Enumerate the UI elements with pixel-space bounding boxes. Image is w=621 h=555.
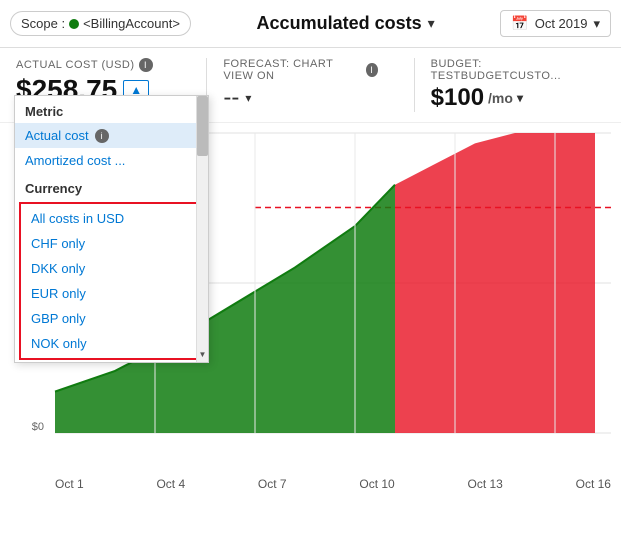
forecast-info-icon[interactable]: i — [366, 63, 378, 77]
x-label-oct16: Oct 16 — [576, 477, 611, 491]
budget-value: $100 /mo ▾ — [431, 84, 585, 112]
all-usd-label: All costs in USD — [31, 211, 124, 226]
forecast-value: -- ▾ — [223, 84, 377, 112]
x-label-oct1: Oct 1 — [55, 477, 84, 491]
currency-border: All costs in USD CHF only DKK only EUR o… — [19, 202, 204, 360]
date-button[interactable]: 📅 Oct 2019 ▾ — [500, 10, 611, 37]
budget-unit: /mo — [488, 90, 513, 106]
title-area: Accumulated costs ▾ — [191, 13, 500, 34]
dropdown-scrollbar[interactable]: ▲ ▼ — [196, 96, 208, 362]
top-bar: Scope : <BillingAccount> Accumulated cos… — [0, 0, 621, 48]
budget-block: BUDGET: TESTBUDGETCUSTO... $100 /mo ▾ — [431, 58, 605, 112]
actual-cost-item-label: Actual cost — [25, 128, 89, 143]
scope-button[interactable]: Scope : <BillingAccount> — [10, 11, 191, 36]
forecast-chevron-icon[interactable]: ▾ — [245, 91, 251, 105]
x-axis: Oct 1 Oct 4 Oct 7 Oct 10 Oct 13 Oct 16 — [0, 473, 621, 491]
dropdown-item-all-usd[interactable]: All costs in USD — [21, 206, 202, 231]
x-label-oct13: Oct 13 — [467, 477, 502, 491]
scrollbar-thumb[interactable] — [197, 96, 208, 156]
metric-section-label: Metric — [15, 96, 208, 123]
scope-value: <BillingAccount> — [83, 16, 180, 31]
dropdown-item-chf[interactable]: CHF only — [21, 231, 202, 256]
calendar-icon: 📅 — [511, 15, 528, 32]
forecast-block: FORECAST: CHART VIEW ON i -- ▾ — [223, 58, 397, 112]
scope-label: Scope : — [21, 16, 65, 31]
x-label-oct7: Oct 7 — [258, 477, 287, 491]
x-label-oct10: Oct 10 — [359, 477, 394, 491]
date-label: Oct 2019 — [535, 16, 588, 31]
dropdown-item-actual-cost[interactable]: Actual cost i — [15, 123, 208, 148]
budget-chevron-icon[interactable]: ▾ — [517, 91, 523, 105]
actual-cost-dropdown-info-icon[interactable]: i — [95, 129, 109, 143]
page-title: Accumulated costs — [257, 13, 422, 34]
eur-label: EUR only — [31, 286, 86, 301]
dropdown-item-dkk[interactable]: DKK only — [21, 256, 202, 281]
dkk-label: DKK only — [31, 261, 85, 276]
red-area — [395, 133, 595, 433]
nok-label: NOK only — [31, 336, 87, 351]
chf-label: CHF only — [31, 236, 85, 251]
gbp-label: GBP only — [31, 311, 86, 326]
dropdown-item-amortized-cost[interactable]: Amortized cost ... — [15, 148, 208, 173]
amortized-cost-item-label: Amortized cost ... — [25, 153, 125, 168]
y-label-0: $0 — [32, 421, 44, 433]
actual-cost-label: ACTUAL COST (USD) i — [16, 58, 170, 72]
x-label-oct4: Oct 4 — [156, 477, 185, 491]
dropdown-overlay: ▲ ▼ Metric Actual cost i Amortized cost … — [14, 95, 209, 363]
currency-items: All costs in USD CHF only DKK only EUR o… — [21, 204, 202, 358]
divider-2 — [414, 58, 415, 112]
dropdown-item-gbp[interactable]: GBP only — [21, 306, 202, 331]
budget-label: BUDGET: TESTBUDGETCUSTO... — [431, 58, 585, 82]
title-chevron-icon[interactable]: ▾ — [428, 15, 435, 32]
forecast-label: FORECAST: CHART VIEW ON i — [223, 58, 377, 82]
dropdown-item-nok[interactable]: NOK only — [21, 331, 202, 356]
scope-dot — [69, 19, 79, 29]
date-chevron-icon: ▾ — [593, 16, 600, 32]
actual-cost-info-icon[interactable]: i — [139, 58, 153, 72]
dropdown-item-eur[interactable]: EUR only — [21, 281, 202, 306]
scrollbar-down-icon[interactable]: ▼ — [197, 348, 208, 362]
currency-section-label: Currency — [15, 173, 208, 200]
